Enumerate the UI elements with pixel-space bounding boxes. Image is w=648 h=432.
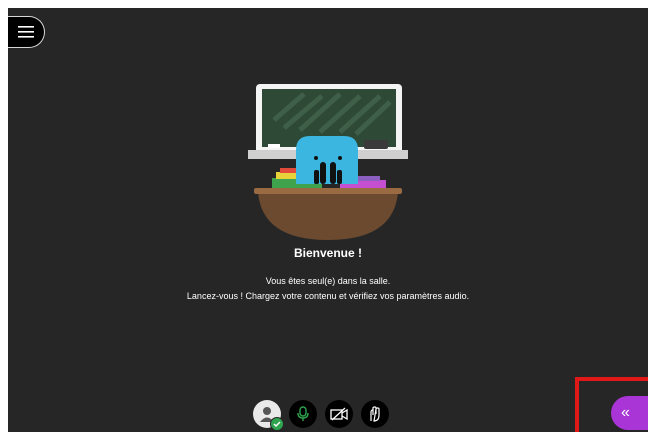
camera-off-icon <box>330 407 348 421</box>
session-stage: Bienvenue ! Vous êtes seul(e) dans la sa… <box>8 8 648 432</box>
my-status-button[interactable] <box>253 400 284 431</box>
microphone-button[interactable] <box>289 400 317 428</box>
menu-button[interactable] <box>8 16 45 48</box>
welcome-title: Bienvenue ! <box>293 246 362 260</box>
hamburger-menu-icon <box>18 26 34 38</box>
welcome-message-line1: Vous êtes seul(e) dans la salle. <box>265 276 391 286</box>
classroom-illustration <box>248 84 408 240</box>
media-controls <box>253 400 389 431</box>
camera-button[interactable] <box>325 400 353 428</box>
highlight-box <box>575 377 648 432</box>
connected-check-icon <box>270 417 284 431</box>
raise-hand-icon <box>370 406 380 422</box>
welcome-message-line2: Lancez-vous ! Chargez votre contenu et v… <box>186 291 470 301</box>
microphone-icon <box>297 406 309 421</box>
raise-hand-button[interactable] <box>361 400 389 428</box>
